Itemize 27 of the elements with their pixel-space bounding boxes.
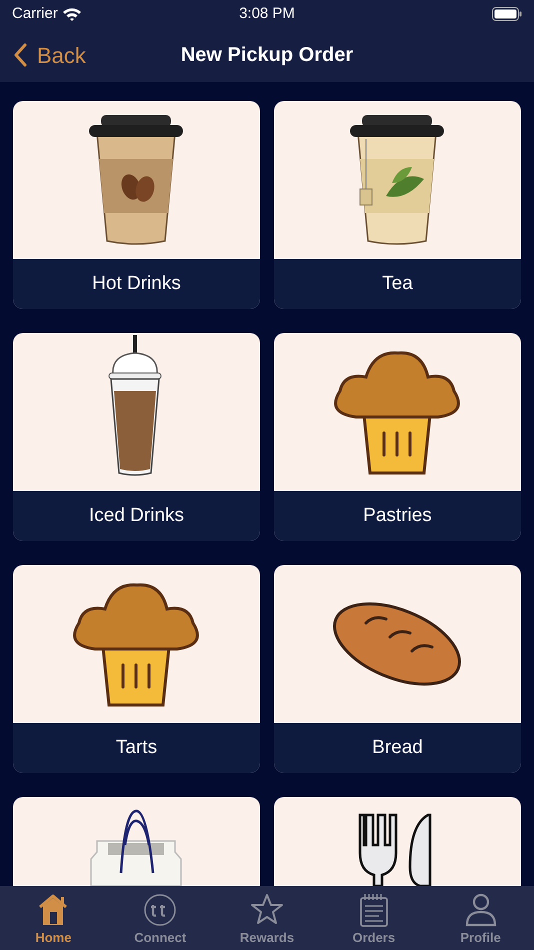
category-tile[interactable]: Tea	[274, 101, 521, 309]
category-tile[interactable]	[274, 797, 521, 886]
back-button[interactable]: Back	[0, 38, 86, 72]
connect-logo-icon	[142, 892, 178, 928]
carrier-name: Carrier	[12, 4, 58, 24]
category-label: Tarts	[13, 723, 260, 773]
tab-bar-item[interactable]: Rewards	[226, 892, 307, 948]
tab-bar-item[interactable]: Connect	[120, 892, 200, 948]
page-title: New Pickup Order	[180, 43, 354, 68]
category-tile[interactable]: Pastries	[274, 333, 521, 541]
tab-bar-item[interactable]: Home	[13, 892, 94, 948]
wifi-icon	[62, 6, 82, 22]
battery-icon	[492, 7, 522, 21]
category-label: Hot Drinks	[13, 259, 260, 309]
category-tile[interactable]: Tarts	[13, 565, 260, 773]
category-label: Pastries	[274, 491, 521, 541]
category-tile[interactable]	[13, 797, 260, 886]
category-tile[interactable]: Hot Drinks	[13, 101, 260, 309]
category-label: Iced Drinks	[13, 491, 260, 541]
category-label: Bread	[274, 723, 521, 773]
tab-bar-item[interactable]: Orders	[334, 892, 414, 948]
chevron-left-icon	[14, 43, 27, 67]
category-tile[interactable]: Iced Drinks	[13, 333, 260, 541]
clock-time: 3:08 PM	[239, 4, 295, 24]
tab-bar-item[interactable]: Profile	[440, 892, 521, 948]
category-label: Tea	[274, 259, 521, 309]
category-tile[interactable]: Bread	[274, 565, 521, 773]
